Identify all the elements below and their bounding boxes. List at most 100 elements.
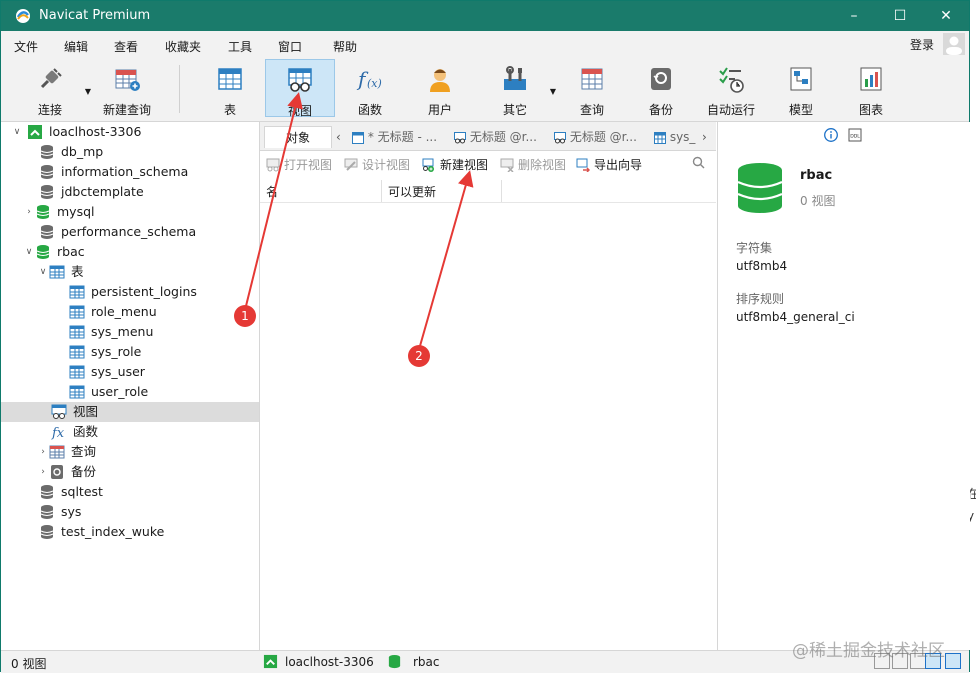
tree-db-performance_schema[interactable]: performance_schema bbox=[27, 222, 196, 242]
status-connection: loaclhost-3306 bbox=[285, 655, 374, 669]
ddl-icon[interactable]: DDL bbox=[848, 128, 862, 142]
view-button[interactable]: 视图 bbox=[265, 59, 335, 118]
menu-edit[interactable]: 编辑 bbox=[64, 38, 88, 55]
tree-label: role_menu bbox=[91, 304, 157, 319]
tree-queries-folder[interactable]: › 查询 bbox=[37, 442, 96, 462]
tree-table-sys_menu[interactable]: sys_menu bbox=[57, 322, 153, 342]
query-icon bbox=[49, 445, 65, 458]
tools-icon bbox=[504, 66, 526, 90]
schedule-icon bbox=[719, 67, 744, 93]
view-label: 视图 bbox=[287, 104, 312, 118]
menu-file[interactable]: 文件 bbox=[14, 38, 38, 55]
annotation-badge-1: 1 bbox=[234, 305, 256, 327]
menu-favorites[interactable]: 收藏夹 bbox=[165, 38, 201, 55]
tree-db-test_index_wuke[interactable]: test_index_wuke bbox=[27, 522, 164, 542]
table-button[interactable]: 表 bbox=[201, 59, 259, 117]
tree-table-user_role[interactable]: user_role bbox=[57, 382, 148, 402]
tree-db-sys[interactable]: sys bbox=[27, 502, 81, 522]
menu-window[interactable]: 窗口 bbox=[278, 38, 302, 55]
database-icon bbox=[40, 524, 54, 539]
backup-button[interactable]: 备份 bbox=[632, 59, 690, 117]
annotation-badge-2: 2 bbox=[408, 345, 430, 367]
tree-table-sys_role[interactable]: sys_role bbox=[57, 342, 141, 362]
design-view-button[interactable]: 设计视图 bbox=[344, 156, 410, 174]
connect-label: 连接 bbox=[37, 103, 62, 117]
connect-button[interactable]: 连接 ▼ bbox=[21, 59, 91, 117]
chart-button[interactable]: 图表 bbox=[842, 59, 900, 117]
chevron-right-icon[interactable]: › bbox=[37, 442, 49, 462]
tree-backups-folder[interactable]: › 备份 bbox=[37, 462, 96, 482]
tab-untitled-1[interactable]: * 无标题 - ... bbox=[352, 126, 448, 148]
tree-db-mysql[interactable]: › mysql bbox=[23, 202, 94, 222]
chevron-down-icon[interactable]: ∨ bbox=[37, 262, 49, 282]
column-divider[interactable] bbox=[501, 180, 502, 202]
tree-db-jdbctemplate[interactable]: jdbctemplate bbox=[27, 182, 144, 202]
menu-help[interactable]: 帮助 bbox=[333, 38, 357, 55]
login-link[interactable]: 登录 bbox=[910, 36, 934, 53]
database-open-icon bbox=[36, 204, 50, 219]
auto-run-button[interactable]: 自动运行 bbox=[701, 59, 761, 117]
user-avatar-icon bbox=[946, 36, 962, 55]
tree-label: jdbctemplate bbox=[61, 184, 144, 199]
model-icon bbox=[790, 67, 812, 91]
tab-untitled-2[interactable]: 无标题 @r... bbox=[454, 126, 550, 148]
object-list-header: 名 可以更新 bbox=[260, 180, 716, 203]
tab-untitled-3[interactable]: 无标题 @r... bbox=[554, 126, 650, 148]
search-button[interactable] bbox=[692, 156, 705, 174]
new-view-button[interactable]: 新建视图 bbox=[422, 156, 488, 174]
scroll-right-button[interactable]: › bbox=[702, 126, 714, 148]
menu-view[interactable]: 查看 bbox=[114, 38, 138, 55]
other-button[interactable]: 其它 ▼ bbox=[486, 59, 556, 117]
close-button[interactable]: ✕ bbox=[923, 1, 969, 31]
tree-db-sqltest[interactable]: sqltest bbox=[27, 482, 103, 502]
menu-tools[interactable]: 工具 bbox=[228, 38, 252, 55]
panel-right-button[interactable] bbox=[945, 653, 961, 669]
chevron-right-icon[interactable]: › bbox=[23, 202, 35, 222]
svg-text:fx: fx bbox=[51, 426, 65, 440]
info-icon[interactable] bbox=[824, 128, 838, 142]
tree-tables-folder[interactable]: ∨ 表 bbox=[37, 262, 84, 282]
avatar[interactable] bbox=[943, 33, 965, 55]
chevron-down-icon[interactable]: ▼ bbox=[550, 87, 556, 96]
object-pane: 对象 ‹ * 无标题 - ... 无标题 @r... 无标题 @r... sys… bbox=[260, 122, 716, 650]
new-query-icon bbox=[115, 69, 140, 91]
auto-run-label: 自动运行 bbox=[706, 103, 755, 117]
chevron-down-icon[interactable]: ▼ bbox=[85, 87, 91, 96]
database-large-icon bbox=[737, 163, 783, 213]
tree-table-persistent_logins[interactable]: persistent_logins bbox=[57, 282, 197, 302]
tree-connection[interactable]: ∨ loaclhost-3306 bbox=[11, 122, 142, 142]
tree-db-db_mp[interactable]: db_mp bbox=[27, 142, 103, 162]
tree-db-information_schema[interactable]: information_schema bbox=[27, 162, 188, 182]
new-query-button[interactable]: 新建查询 bbox=[97, 59, 157, 117]
chevron-down-icon[interactable]: ∨ bbox=[11, 122, 23, 142]
column-header-name[interactable]: 名 bbox=[266, 183, 278, 200]
tree-views-folder[interactable]: 视图 bbox=[1, 402, 259, 422]
chevron-down-icon[interactable]: ∨ bbox=[23, 242, 35, 262]
tab-sys[interactable]: sys_ bbox=[654, 126, 698, 148]
query-button[interactable]: 查询 bbox=[563, 59, 621, 117]
delete-view-icon bbox=[500, 158, 514, 172]
scroll-left-button[interactable]: ‹ bbox=[336, 126, 348, 148]
chevron-right-icon[interactable]: › bbox=[37, 462, 49, 482]
table-icon bbox=[69, 305, 85, 318]
model-button[interactable]: 模型 bbox=[772, 59, 830, 117]
tree-table-sys_user[interactable]: sys_user bbox=[57, 362, 145, 382]
column-divider[interactable] bbox=[381, 180, 382, 202]
delete-view-button[interactable]: 删除视图 bbox=[500, 156, 566, 174]
svg-text:(x): (x) bbox=[367, 77, 382, 90]
model-label: 模型 bbox=[788, 103, 813, 117]
tree-db-rbac[interactable]: ∨ rbac bbox=[23, 242, 85, 262]
tree-functions-folder[interactable]: fx 函数 bbox=[39, 422, 98, 442]
database-open-icon bbox=[36, 244, 50, 259]
tree-table-role_menu[interactable]: role_menu bbox=[57, 302, 157, 322]
connection-icon bbox=[27, 124, 42, 139]
maximize-button[interactable]: ☐ bbox=[877, 1, 923, 31]
column-header-updatable[interactable]: 可以更新 bbox=[388, 183, 436, 200]
tree-label: 函数 bbox=[73, 424, 99, 439]
minimize-button[interactable]: – bbox=[831, 1, 877, 31]
tab-objects[interactable]: 对象 bbox=[264, 126, 332, 148]
function-button[interactable]: f (x) 函数 bbox=[341, 59, 399, 117]
export-wizard-button[interactable]: 导出向导 bbox=[576, 156, 642, 174]
open-view-button[interactable]: 打开视图 bbox=[266, 156, 332, 174]
user-button[interactable]: 用户 bbox=[411, 59, 469, 117]
